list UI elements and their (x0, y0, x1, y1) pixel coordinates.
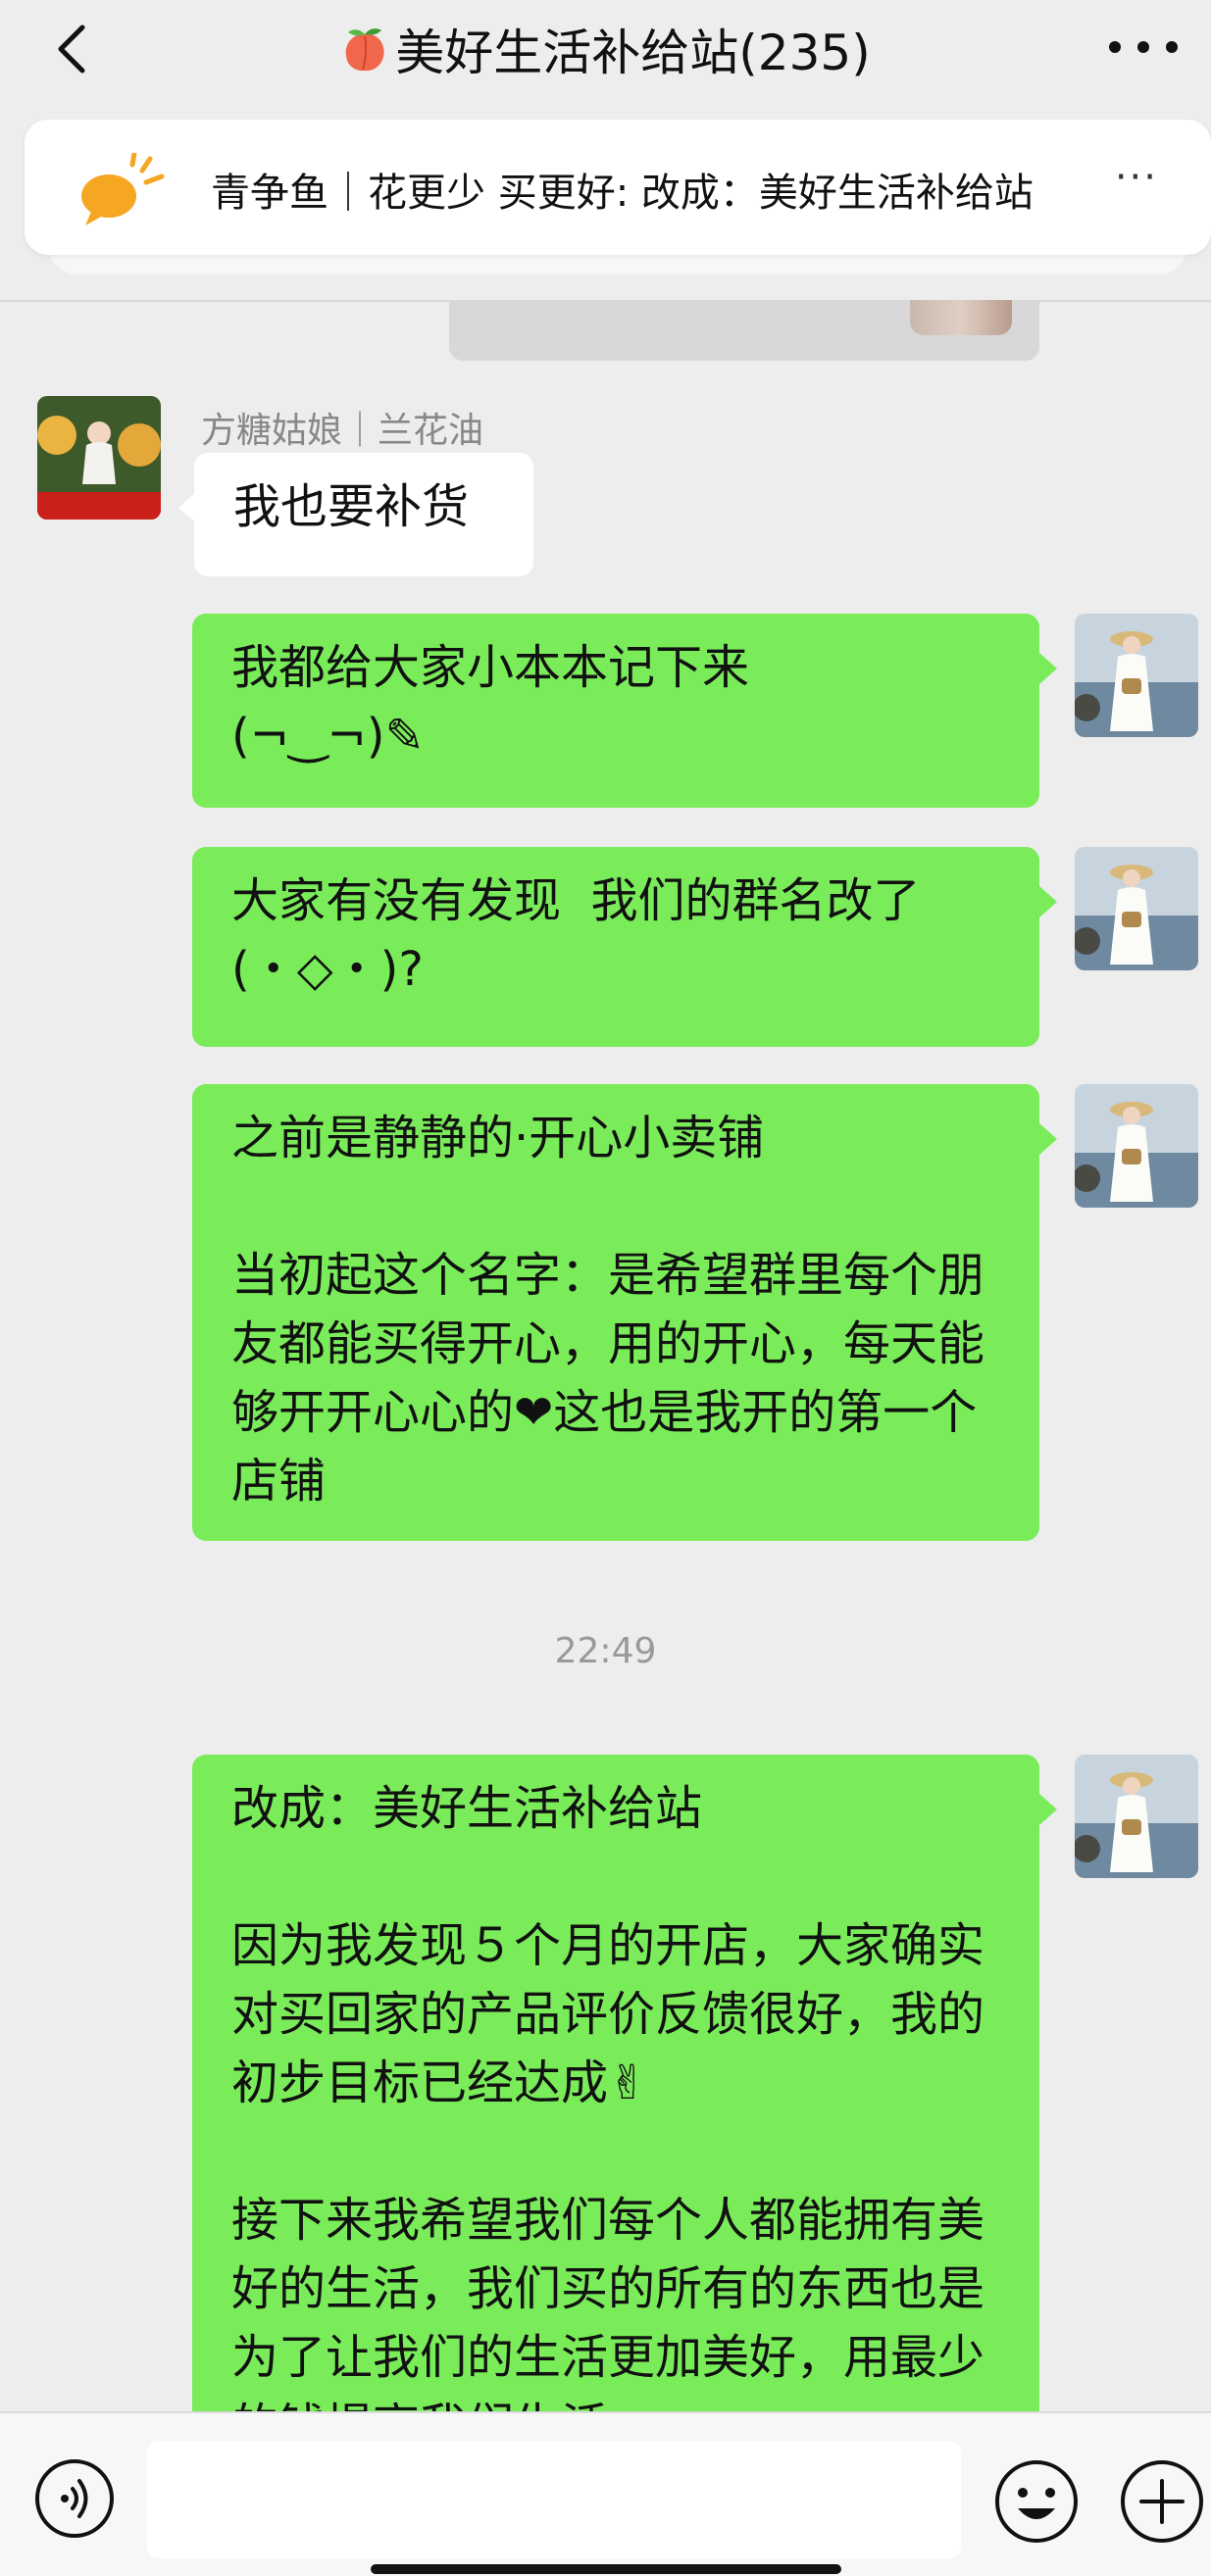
my-avatar[interactable] (1075, 847, 1198, 970)
notice-text: 青争鱼｜花更少 买更好: 改成：美好生活补给站 (211, 171, 1034, 216)
more-dot (1137, 41, 1149, 53)
more-button[interactable] (1109, 25, 1178, 69)
my-avatar[interactable] (1075, 614, 1198, 737)
emoji-icon (995, 2460, 1078, 2543)
more-dot (1166, 41, 1178, 53)
voice-icon (35, 2459, 114, 2538)
home-indicator (371, 2564, 841, 2574)
message-bubble-left[interactable]: 我也要补货 (178, 453, 533, 576)
message-bubble-right[interactable]: 大家有没有发现 我们的群名改了 (・◇・)? (192, 847, 1057, 1047)
message-bubble-right[interactable]: 之前是静静的·开心小卖铺 当初起这个名字：是希望群里每个朋友都能买得开心，用的开… (192, 1084, 1057, 1541)
back-button[interactable] (47, 22, 102, 76)
chat-title-text: 美好生活补给站(235) (395, 25, 871, 81)
plus-icon (1121, 2460, 1203, 2543)
peach-icon (345, 28, 384, 72)
previous-message-bubble[interactable] (449, 300, 1039, 361)
message-bubble-right[interactable]: 我都给大家小本本记下来 (¬‿¬)✎ (192, 614, 1057, 808)
message-bubble-right[interactable]: 改成：美好生活补给站 因为我发现５个月的开店，大家确实对买回家的产品评价反馈很好… (192, 1755, 1057, 2500)
avatar[interactable] (37, 396, 161, 520)
megaphone-icon (81, 153, 165, 225)
chat-title: 美好生活补给站(235) (340, 14, 871, 84)
emoji-button[interactable] (992, 2457, 1081, 2546)
my-avatar[interactable] (1075, 1084, 1198, 1208)
more-actions-button[interactable] (1118, 2457, 1206, 2546)
voice-button[interactable] (33, 2457, 116, 2540)
notice-more[interactable]: ··· (1115, 155, 1158, 200)
timestamp: 22:49 (554, 1631, 657, 1671)
chat-header: 美好生活补给站(235) (0, 0, 1211, 98)
sender-name: 方糖姑娘｜兰花油 (201, 411, 484, 451)
pinned-notice[interactable]: 青争鱼｜花更少 买更好: 改成：美好生活补给站 ··· (25, 120, 1211, 255)
image-thumbnail[interactable] (910, 300, 1012, 335)
message-input[interactable] (147, 2441, 961, 2558)
more-dot (1109, 41, 1121, 53)
input-bar (0, 2411, 1211, 2576)
chevron-left-icon (58, 25, 85, 74)
my-avatar[interactable] (1075, 1755, 1198, 1878)
